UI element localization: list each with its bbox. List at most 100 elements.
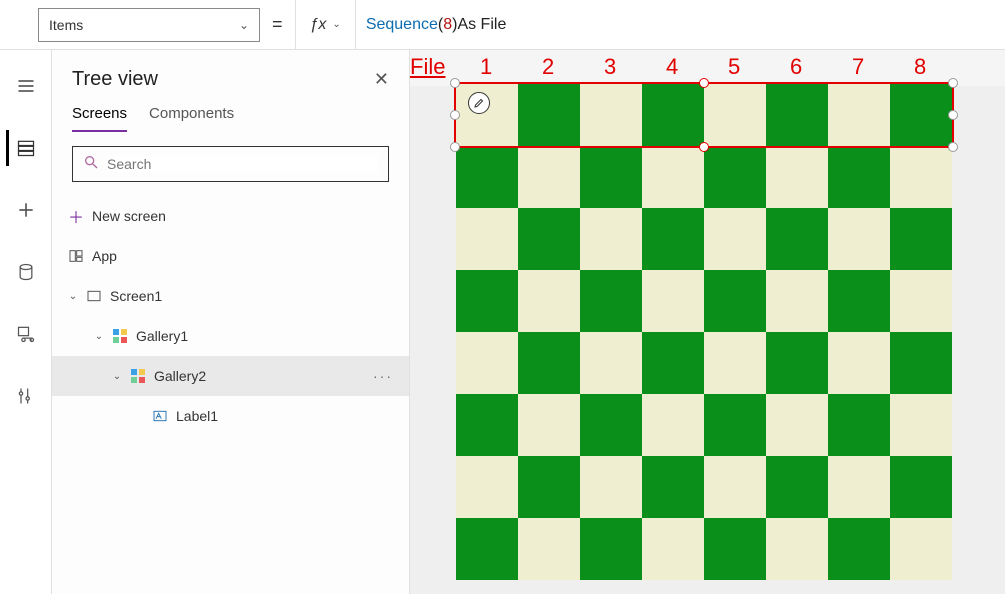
board-square xyxy=(890,270,952,332)
board-square xyxy=(456,518,518,580)
board-square xyxy=(890,394,952,456)
annot-col-2: 2 xyxy=(542,54,554,80)
board-square xyxy=(642,332,704,394)
board-square xyxy=(704,518,766,580)
board-square xyxy=(456,146,518,208)
board-square xyxy=(642,270,704,332)
tree-item-gallery1[interactable]: ⌄ Gallery1 xyxy=(52,316,409,356)
board-square xyxy=(704,84,766,146)
close-icon[interactable]: ✕ xyxy=(374,69,389,90)
new-screen-button[interactable]: ＋ New screen xyxy=(52,196,409,236)
annot-file-label: File xyxy=(410,54,445,80)
annot-col-6: 6 xyxy=(790,54,802,80)
data-icon[interactable] xyxy=(8,254,44,290)
board-square xyxy=(828,208,890,270)
board-square xyxy=(704,332,766,394)
board-square xyxy=(890,518,952,580)
resize-handle[interactable] xyxy=(699,142,709,152)
board-square xyxy=(642,518,704,580)
property-dropdown-value: Items xyxy=(49,17,83,33)
chevron-down-icon[interactable]: ⌄ xyxy=(68,291,78,302)
tree-item-gallery2[interactable]: ⌄ Gallery2 ··· xyxy=(52,356,409,396)
search-icon xyxy=(83,154,99,175)
tree-tabs: Screens Components xyxy=(52,97,409,132)
plus-icon: ＋ xyxy=(68,204,84,228)
tree-item-label: Screen1 xyxy=(110,288,162,304)
board-square xyxy=(890,84,952,146)
formula-bar: Items ⌄ = ƒx ⌄ Sequence(8) As File xyxy=(0,0,1005,50)
new-screen-label: New screen xyxy=(92,208,166,224)
board-square xyxy=(890,332,952,394)
resize-handle[interactable] xyxy=(699,78,709,88)
more-icon[interactable]: ··· xyxy=(373,368,393,384)
tab-components[interactable]: Components xyxy=(149,105,234,132)
board-square xyxy=(580,518,642,580)
resize-handle[interactable] xyxy=(948,142,958,152)
tree-list: ＋ New screen App ⌄ Screen1 ⌄ xyxy=(52,196,409,594)
chevron-down-icon[interactable]: ⌄ xyxy=(94,331,104,342)
gallery-icon xyxy=(112,328,128,344)
fx-icon: ƒx xyxy=(310,16,327,34)
resize-handle[interactable] xyxy=(948,110,958,120)
board-square xyxy=(704,394,766,456)
board-square xyxy=(456,84,518,146)
board-square xyxy=(890,146,952,208)
board-square xyxy=(766,270,828,332)
equals-label: = xyxy=(272,14,283,35)
tree-item-screen1[interactable]: ⌄ Screen1 xyxy=(52,276,409,316)
board-square xyxy=(580,456,642,518)
resize-handle[interactable] xyxy=(450,78,460,88)
board-square xyxy=(766,394,828,456)
search-box[interactable] xyxy=(72,146,389,182)
board-square xyxy=(704,146,766,208)
tree-view-icon[interactable] xyxy=(6,130,42,166)
media-icon[interactable] xyxy=(8,316,44,352)
tree-item-app[interactable]: App xyxy=(52,236,409,276)
board-square xyxy=(766,84,828,146)
board-square xyxy=(518,208,580,270)
board-square xyxy=(704,456,766,518)
screen-icon xyxy=(86,288,102,304)
resize-handle[interactable] xyxy=(450,142,460,152)
board-square xyxy=(456,456,518,518)
search-input[interactable] xyxy=(107,156,378,172)
insert-icon[interactable] xyxy=(8,192,44,228)
label-icon xyxy=(152,408,168,424)
board-square xyxy=(456,394,518,456)
board-square xyxy=(828,456,890,518)
chevron-down-icon: ⌄ xyxy=(332,19,340,30)
settings-icon[interactable] xyxy=(8,378,44,414)
annot-col-7: 7 xyxy=(852,54,864,80)
edit-pencil-button[interactable] xyxy=(468,92,490,114)
board-square xyxy=(642,84,704,146)
resize-handle[interactable] xyxy=(450,110,460,120)
board-square xyxy=(456,208,518,270)
resize-handle[interactable] xyxy=(948,78,958,88)
board-square xyxy=(580,146,642,208)
board-square xyxy=(456,332,518,394)
formula-input[interactable]: Sequence(8) As File xyxy=(355,0,1005,50)
board-square xyxy=(766,332,828,394)
board-square xyxy=(704,208,766,270)
tab-screens[interactable]: Screens xyxy=(72,105,127,132)
canvas[interactable]: File 1 2 3 4 5 6 7 8 xyxy=(410,50,1005,594)
annot-col-5: 5 xyxy=(728,54,740,80)
chevron-down-icon[interactable]: ⌄ xyxy=(112,371,122,382)
board-square xyxy=(828,332,890,394)
tree-item-label1[interactable]: Label1 xyxy=(52,396,409,436)
annot-col-8: 8 xyxy=(914,54,926,80)
board-square xyxy=(580,84,642,146)
board-square xyxy=(518,332,580,394)
tree-item-label: Gallery2 xyxy=(154,368,206,384)
tree-item-label: Gallery1 xyxy=(136,328,188,344)
property-dropdown[interactable]: Items ⌄ xyxy=(38,8,260,42)
formula-rest: As File xyxy=(457,16,506,34)
board-square xyxy=(642,456,704,518)
annot-col-3: 3 xyxy=(604,54,616,80)
fx-button[interactable]: ƒx ⌄ xyxy=(295,0,355,50)
board-square xyxy=(518,270,580,332)
board-square xyxy=(766,456,828,518)
hamburger-icon[interactable] xyxy=(8,68,44,104)
board-square xyxy=(580,208,642,270)
board-square xyxy=(642,208,704,270)
